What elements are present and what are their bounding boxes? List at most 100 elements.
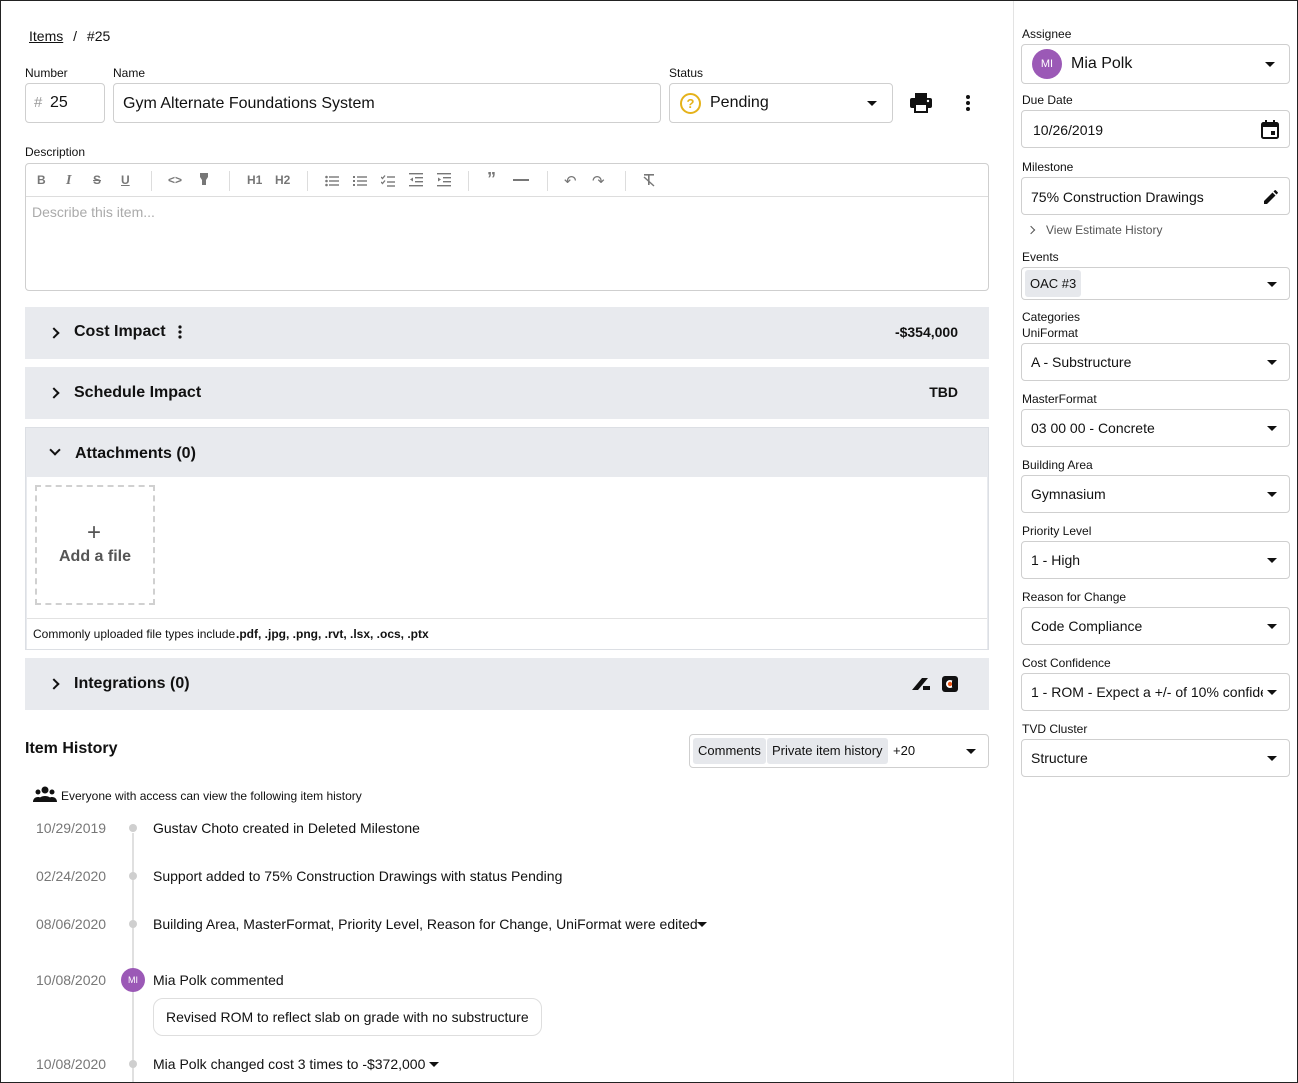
schedule-impact-value: TBD xyxy=(929,384,958,400)
code-button[interactable]: <> xyxy=(168,173,182,187)
history-entry-text: Support added to 75% Construction Drawin… xyxy=(153,868,563,884)
clear-format-icon[interactable] xyxy=(642,173,656,192)
sidebar xyxy=(1013,1,1014,1082)
avatar: MI xyxy=(1032,49,1062,79)
chevron-down-icon xyxy=(966,749,976,754)
horizontal-rule-icon[interactable] xyxy=(513,179,529,181)
tvd-cluster-value: Structure xyxy=(1031,750,1088,766)
file-types-prefix: Commonly uploaded file types include xyxy=(33,627,236,641)
milestone-label: Milestone xyxy=(1022,160,1074,174)
attachments-title[interactable]: Attachments (0) xyxy=(75,445,196,463)
tvd-cluster-select[interactable]: Structure xyxy=(1021,739,1290,777)
priority-level-select[interactable]: 1 - High xyxy=(1021,541,1290,579)
print-icon[interactable] xyxy=(910,93,932,113)
calendar-icon[interactable] xyxy=(1261,120,1279,144)
add-file-dropzone[interactable]: + Add a file xyxy=(35,485,155,605)
bullet-list-icon[interactable] xyxy=(325,174,339,192)
masterformat-select[interactable]: 03 00 00 - Concrete xyxy=(1021,409,1290,447)
uniformat-label: UniFormat xyxy=(1022,326,1079,340)
chevron-down-icon xyxy=(1267,426,1277,431)
autodesk-logo-icon xyxy=(912,677,930,696)
reason-for-change-select[interactable]: Code Compliance xyxy=(1021,607,1290,645)
cost-confidence-select[interactable]: 1 - ROM - Expect a +/- of 10% confide... xyxy=(1021,673,1290,711)
due-date-field[interactable]: 10/26/2019 xyxy=(1021,110,1290,148)
undo-icon[interactable]: ↶ xyxy=(564,172,577,190)
chevron-right-icon xyxy=(1026,225,1036,235)
breadcrumb-items-link[interactable]: Items xyxy=(29,28,63,44)
numbered-list-icon[interactable] xyxy=(353,174,367,192)
description-label: Description xyxy=(25,145,86,159)
filter-chip-private-history: Private item history xyxy=(767,738,888,764)
highlight-icon[interactable] xyxy=(198,173,210,192)
chevron-right-icon xyxy=(48,678,60,690)
due-date-value: 10/26/2019 xyxy=(1033,122,1104,138)
bold-button[interactable]: B xyxy=(37,173,46,187)
attachments-body: + Add a file xyxy=(27,477,987,618)
name-value: Gym Alternate Foundations System xyxy=(123,95,375,112)
masterformat-value: 03 00 00 - Concrete xyxy=(1031,420,1155,436)
view-estimate-history-label: View Estimate History xyxy=(1046,223,1163,237)
timeline-dot xyxy=(129,1060,137,1068)
plus-icon: + xyxy=(87,519,102,546)
cost-impact-section[interactable]: Cost Impact -$354,000 xyxy=(25,307,989,359)
description-input[interactable]: Describe this item... xyxy=(32,204,155,220)
chevron-down-icon xyxy=(1267,360,1277,365)
attachments-section: Attachments (0) + Add a file Commonly up… xyxy=(25,427,989,650)
building-area-label: Building Area xyxy=(1022,458,1093,472)
toolbar-separator xyxy=(468,171,469,191)
chevron-down-icon[interactable] xyxy=(49,444,61,456)
history-date: 08/06/2020 xyxy=(36,916,107,932)
history-filter-select[interactable]: Comments Private item history +20 xyxy=(689,734,989,768)
number-prefix: # xyxy=(34,94,43,111)
toolbar-separator xyxy=(151,171,152,191)
integrations-title: Integrations (0) xyxy=(74,675,190,692)
group-icon xyxy=(33,786,57,807)
visibility-note: Everyone with access can view the follow… xyxy=(61,789,362,803)
check-list-icon[interactable] xyxy=(380,174,395,192)
page: Items / #25 Number # 25 Name Gym Alterna… xyxy=(0,0,1298,1083)
outdent-icon[interactable] xyxy=(409,173,423,192)
quote-icon[interactable]: ” xyxy=(487,169,496,190)
uniformat-select[interactable]: A - Substructure xyxy=(1021,343,1290,381)
integrations-section[interactable]: Integrations (0) xyxy=(25,658,989,710)
chevron-right-icon xyxy=(48,387,60,399)
schedule-impact-section[interactable]: Schedule Impact TBD xyxy=(25,367,989,419)
history-entry-text: Building Area, MasterFormat, Priority Le… xyxy=(153,916,698,932)
masterformat-label: MasterFormat xyxy=(1022,392,1097,406)
timeline-dot xyxy=(129,872,137,880)
milestone-field[interactable]: 75% Construction Drawings xyxy=(1021,177,1290,215)
strike-button[interactable]: S xyxy=(93,173,101,187)
italic-button[interactable]: I xyxy=(66,173,71,189)
add-file-label: Add a file xyxy=(58,548,131,565)
cost-impact-title: Cost Impact xyxy=(74,323,166,340)
redo-icon[interactable]: ↷ xyxy=(592,172,605,190)
underline-button[interactable]: U xyxy=(121,173,130,187)
status-label: Status xyxy=(669,66,704,80)
h2-button[interactable]: H2 xyxy=(275,173,290,187)
comment-bubble: Revised ROM to reflect slab on grade wit… xyxy=(153,998,542,1036)
status-select[interactable]: ? Pending xyxy=(669,83,893,123)
number-value: 25 xyxy=(50,94,68,111)
events-select[interactable]: OAC #3 xyxy=(1021,267,1290,300)
priority-level-value: 1 - High xyxy=(1031,552,1081,568)
indent-icon[interactable] xyxy=(437,173,451,192)
assignee-select[interactable]: MI Mia Polk xyxy=(1021,44,1290,84)
name-field[interactable]: Gym Alternate Foundations System xyxy=(113,83,661,123)
h1-button[interactable]: H1 xyxy=(247,173,262,187)
more-vertical-icon[interactable] xyxy=(963,94,973,112)
assignee-name: Mia Polk xyxy=(1071,55,1133,72)
procore-logo-icon xyxy=(941,675,959,698)
number-field[interactable]: # 25 xyxy=(25,83,105,123)
chevron-down-icon xyxy=(1267,558,1277,563)
more-vertical-icon[interactable] xyxy=(177,325,183,344)
chevron-down-icon[interactable] xyxy=(429,1062,439,1067)
history-date: 10/29/2019 xyxy=(36,820,107,836)
milestone-value: 75% Construction Drawings xyxy=(1031,189,1204,205)
history-entry-text: Gustav Choto created in Deleted Mileston… xyxy=(153,820,420,836)
editor-toolbar-divider xyxy=(26,196,988,197)
chevron-down-icon[interactable] xyxy=(697,922,707,927)
filter-more-count: +20 xyxy=(893,743,916,758)
building-area-select[interactable]: Gymnasium xyxy=(1021,475,1290,513)
edit-icon[interactable] xyxy=(1264,190,1278,209)
pending-icon: ? xyxy=(680,93,701,114)
